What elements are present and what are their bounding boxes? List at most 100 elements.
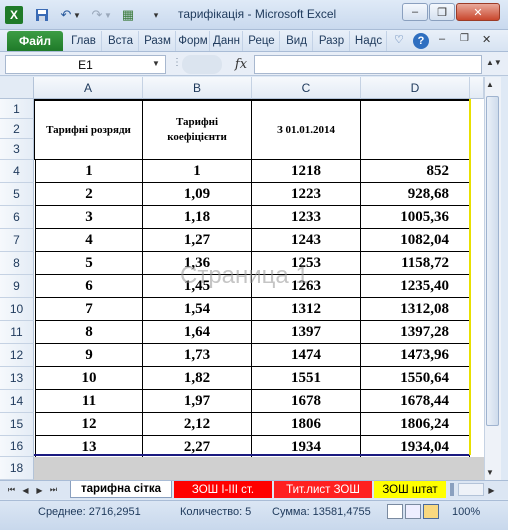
sheet-tab-tit-lyst[interactable]: Тит.лист ЗОШ bbox=[274, 481, 372, 498]
expand-formula-icon[interactable]: ▲▼ bbox=[486, 58, 502, 67]
cell-salary-d[interactable]: 1082,04 bbox=[361, 229, 470, 252]
cell-salary-d[interactable]: 1235,40 bbox=[361, 275, 470, 298]
cell-coefficient[interactable]: 1,09 bbox=[143, 183, 252, 206]
scroll-up-icon[interactable]: ▲ bbox=[486, 80, 494, 89]
tab-developer[interactable]: Разр bbox=[314, 31, 350, 51]
cell-salary-d[interactable]: 852 bbox=[361, 160, 470, 183]
cell-salary-d[interactable]: 928,68 bbox=[361, 183, 470, 206]
workbook-close-icon[interactable]: ✕ bbox=[482, 33, 491, 46]
scroll-down-icon[interactable]: ▼ bbox=[486, 468, 494, 477]
tab-data[interactable]: Данн bbox=[211, 31, 243, 51]
undo-dropdown-icon[interactable]: ▼ bbox=[72, 6, 82, 24]
redo-dropdown-icon[interactable]: ▼ bbox=[103, 6, 113, 24]
row-header-13[interactable]: 13 bbox=[0, 367, 34, 390]
cell-coefficient[interactable]: 1,18 bbox=[143, 206, 252, 229]
row-header-15[interactable]: 15 bbox=[0, 413, 34, 436]
cell-salary-d[interactable]: 1806,24 bbox=[361, 413, 470, 436]
cell-grade[interactable]: 11 bbox=[35, 390, 143, 413]
minimize-button[interactable]: – bbox=[402, 3, 428, 21]
minimize-ribbon-icon[interactable]: ♡ bbox=[394, 33, 404, 46]
column-header-c[interactable]: C bbox=[252, 77, 361, 99]
cell-coefficient[interactable]: 1,82 bbox=[143, 367, 252, 390]
cell-salary-d[interactable]: 1473,96 bbox=[361, 344, 470, 367]
row-header-2[interactable]: 2 bbox=[0, 119, 34, 139]
cell-coefficient[interactable]: 1,64 bbox=[143, 321, 252, 344]
cell-grade[interactable]: 10 bbox=[35, 367, 143, 390]
first-sheet-icon[interactable]: ⏮ bbox=[6, 484, 17, 496]
cell-coefficient[interactable]: 1,54 bbox=[143, 298, 252, 321]
cell-salary-2014[interactable]: 1551 bbox=[252, 367, 361, 390]
column-header-a[interactable]: A bbox=[34, 77, 143, 99]
normal-view-icon[interactable] bbox=[387, 504, 403, 519]
row-header-3[interactable]: 3 bbox=[0, 139, 34, 160]
cell-coefficient[interactable]: 1 bbox=[143, 160, 252, 183]
row-header-8[interactable]: 8 bbox=[0, 252, 34, 275]
cell-salary-d[interactable]: 1678,44 bbox=[361, 390, 470, 413]
qat-customize-icon[interactable]: ▾ bbox=[150, 6, 162, 24]
cell-coefficient[interactable]: 1,97 bbox=[143, 390, 252, 413]
cell-salary-2014[interactable]: 1397 bbox=[252, 321, 361, 344]
format-painter-icon[interactable]: ▦ bbox=[119, 6, 137, 24]
page-break-view-icon[interactable] bbox=[423, 504, 439, 519]
page-layout-view-icon[interactable] bbox=[405, 504, 421, 519]
cell-grade[interactable]: 9 bbox=[35, 344, 143, 367]
name-box-dropdown-icon[interactable]: ▼ bbox=[152, 59, 160, 68]
cell-salary-2014[interactable]: 1474 bbox=[252, 344, 361, 367]
collapse-icon[interactable] bbox=[182, 55, 222, 74]
close-button[interactable]: ✕ bbox=[456, 3, 500, 21]
insert-function-button[interactable]: fx bbox=[230, 55, 252, 74]
column-header-d[interactable]: D bbox=[361, 77, 470, 99]
cell-coefficient[interactable]: 1,73 bbox=[143, 344, 252, 367]
cell-grade[interactable]: 12 bbox=[35, 413, 143, 436]
row-header-9[interactable]: 9 bbox=[0, 275, 34, 298]
column-header-e[interactable] bbox=[470, 77, 484, 99]
row-header-5[interactable]: 5 bbox=[0, 183, 34, 206]
tab-home[interactable]: Глав bbox=[66, 31, 102, 51]
row-header-16[interactable]: 16 bbox=[0, 436, 34, 457]
zoom-level[interactable]: 100% bbox=[452, 506, 480, 518]
sheet-tab-tarifna-sitka[interactable]: тарифна сітка bbox=[70, 481, 172, 498]
tab-addins[interactable]: Надс bbox=[351, 31, 387, 51]
row-header-11[interactable]: 11 bbox=[0, 321, 34, 344]
cell-salary-2014[interactable]: 1806 bbox=[252, 413, 361, 436]
restore-button[interactable]: ❐ bbox=[429, 3, 455, 21]
tab-formulas[interactable]: Форм bbox=[177, 31, 210, 51]
horizontal-scrollbar[interactable] bbox=[458, 483, 484, 496]
scroll-thumb[interactable] bbox=[486, 96, 499, 426]
cell-salary-2014[interactable]: 1223 bbox=[252, 183, 361, 206]
workbook-minimize-icon[interactable]: – bbox=[439, 33, 445, 45]
row-header-14[interactable]: 14 bbox=[0, 390, 34, 413]
hscroll-right-icon[interactable]: ▶ bbox=[486, 484, 497, 496]
cell-grade[interactable]: 1 bbox=[35, 160, 143, 183]
tab-page-layout[interactable]: Разм bbox=[140, 31, 176, 51]
cell-salary-d[interactable]: 1397,28 bbox=[361, 321, 470, 344]
cell-salary-2014[interactable]: 1243 bbox=[252, 229, 361, 252]
row-header-7[interactable]: 7 bbox=[0, 229, 34, 252]
select-all-corner[interactable] bbox=[0, 77, 34, 99]
cell-grade[interactable]: 3 bbox=[35, 206, 143, 229]
formula-input[interactable] bbox=[254, 55, 482, 74]
cell-salary-d[interactable]: 1312,08 bbox=[361, 298, 470, 321]
prev-sheet-icon[interactable]: ◀ bbox=[20, 484, 31, 496]
name-box[interactable]: E1 bbox=[5, 55, 166, 74]
cell-salary-d[interactable]: 1005,36 bbox=[361, 206, 470, 229]
cell-salary-d[interactable]: 1550,64 bbox=[361, 367, 470, 390]
workbook-restore-icon[interactable]: ❐ bbox=[460, 33, 469, 44]
row-header-6[interactable]: 6 bbox=[0, 206, 34, 229]
row-header-18[interactable]: 18 bbox=[0, 457, 34, 480]
row-header-4[interactable]: 4 bbox=[0, 160, 34, 183]
cell-salary-d[interactable]: 1158,72 bbox=[361, 252, 470, 275]
cell-salary-2014[interactable]: 1233 bbox=[252, 206, 361, 229]
tab-insert[interactable]: Вста bbox=[103, 31, 139, 51]
next-sheet-icon[interactable]: ▶ bbox=[34, 484, 45, 496]
help-icon[interactable]: ? bbox=[413, 33, 429, 49]
cell-coefficient[interactable]: 1,27 bbox=[143, 229, 252, 252]
tab-view[interactable]: Вид bbox=[281, 31, 313, 51]
cell-salary-2014[interactable]: 1312 bbox=[252, 298, 361, 321]
last-sheet-icon[interactable]: ⏭ bbox=[48, 484, 59, 496]
save-icon[interactable] bbox=[33, 6, 51, 24]
column-header-b[interactable]: B bbox=[143, 77, 252, 99]
sheet-tab-zosh-shtat[interactable]: ЗОШ штат bbox=[374, 481, 446, 498]
cell-salary-2014[interactable]: 1678 bbox=[252, 390, 361, 413]
cell-grade[interactable]: 2 bbox=[35, 183, 143, 206]
